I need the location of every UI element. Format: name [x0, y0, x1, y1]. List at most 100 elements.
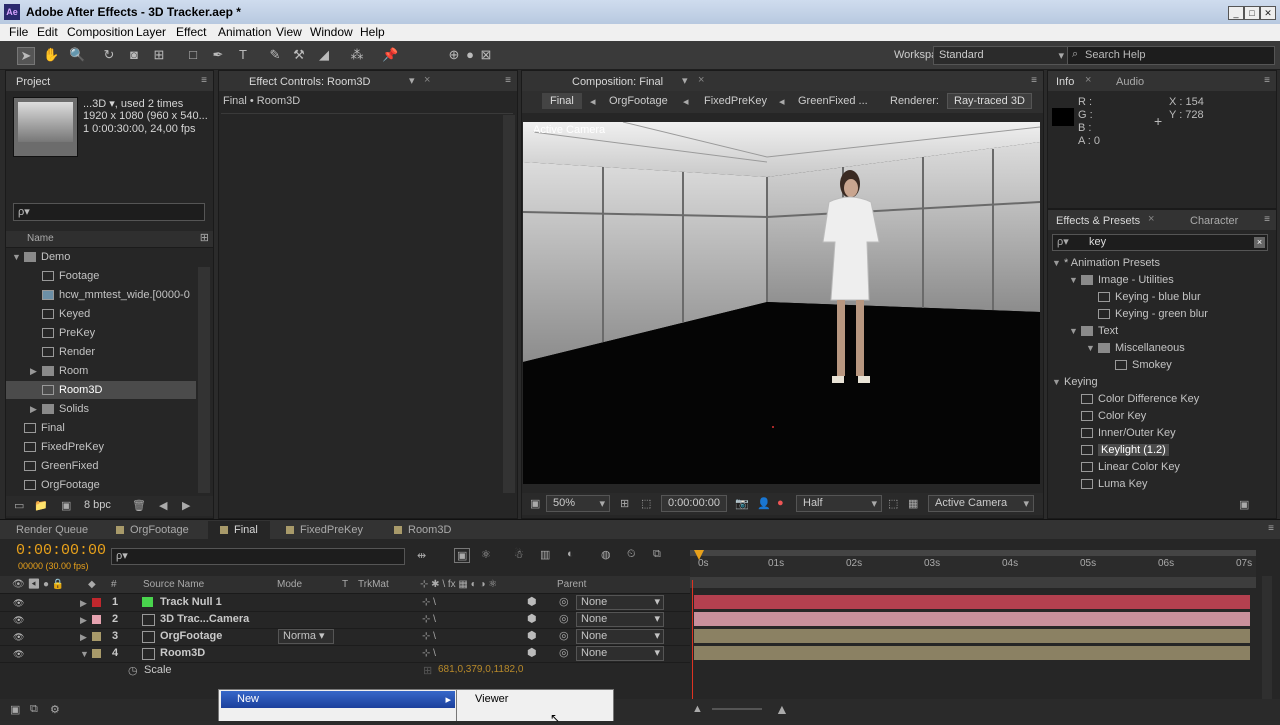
tab-room3d[interactable]: Room3D: [402, 522, 457, 538]
layer-switches[interactable]: ⊹ \: [422, 594, 436, 611]
zoom-slider[interactable]: [712, 708, 762, 710]
column-source-name[interactable]: Source Name: [143, 579, 204, 590]
3d-layer-icon[interactable]: ⬢: [527, 611, 537, 628]
layer-switches[interactable]: ⊹ \: [422, 628, 436, 645]
renderer-dropdown[interactable]: Ray-traced 3D: [947, 93, 1032, 109]
project-item[interactable]: ▼ Demo: [6, 248, 196, 266]
project-item[interactable]: PreKey: [6, 324, 196, 342]
roto-brush-tool-icon[interactable]: ⁂: [349, 47, 365, 63]
comp-nav-orgfootage[interactable]: OrgFootage: [609, 95, 668, 107]
menu-composition[interactable]: Composition: [67, 25, 134, 39]
menu-animation[interactable]: Animation: [218, 25, 271, 39]
effects-item[interactable]: Luma Key: [1048, 475, 1258, 493]
3d-layer-icon[interactable]: ⬢: [527, 594, 537, 611]
effects-item[interactable]: Linear Color Key: [1048, 458, 1258, 476]
panel-menu-icon[interactable]: ≡: [1264, 75, 1270, 86]
new-composition-icon[interactable]: ▣: [61, 499, 71, 512]
current-time-indicator[interactable]: [694, 550, 704, 564]
eye-icon[interactable]: 👁: [13, 595, 24, 612]
timeline-timecode[interactable]: 0:00:00:00: [16, 542, 106, 559]
timeline-scrollbar[interactable]: [1262, 576, 1272, 706]
auto-keyframe-icon[interactable]: ⏲: [627, 548, 636, 561]
column-t[interactable]: T: [342, 579, 348, 590]
comp-timecode[interactable]: 0:00:00:00: [661, 495, 727, 512]
panel-menu-icon[interactable]: ≡: [1268, 523, 1274, 534]
context-menu-new[interactable]: New ▸: [221, 691, 455, 708]
tab-project[interactable]: Project: [10, 74, 56, 90]
draft-3d-icon[interactable]: ⚛: [481, 548, 491, 561]
rectangle-tool-icon[interactable]: □: [185, 47, 201, 63]
project-item[interactable]: Room3D: [6, 381, 196, 399]
layer-name[interactable]: OrgFootage: [160, 628, 222, 645]
layer-duration-bar[interactable]: [694, 629, 1250, 643]
project-item[interactable]: hcw_mmtest_wide.[0000-0: [6, 286, 196, 304]
help-search-input[interactable]: ⌕ Search Help: [1067, 46, 1275, 65]
pen-tool-icon[interactable]: ✒: [210, 47, 226, 63]
frame-blending-icon[interactable]: ▥: [540, 548, 550, 561]
zoom-dropdown[interactable]: 50% ▾: [546, 495, 610, 512]
clone-stamp-tool-icon[interactable]: ⚒: [291, 47, 307, 63]
twirl-icon[interactable]: ▶: [80, 595, 87, 612]
layer-duration-bar[interactable]: [694, 612, 1250, 626]
close-tab-icon[interactable]: ×: [698, 74, 704, 86]
effects-item[interactable]: ▼ * Animation Presets: [1048, 254, 1258, 272]
resolution-dropdown[interactable]: Half ▾: [796, 495, 882, 512]
panel-menu-icon[interactable]: ≡: [1031, 75, 1037, 86]
pickwhip-icon[interactable]: ◎: [559, 645, 569, 662]
pickwhip-icon[interactable]: ◎: [559, 628, 569, 645]
twirl-icon[interactable]: ▼: [1069, 322, 1081, 340]
effects-item[interactable]: ▼ Miscellaneous: [1048, 339, 1258, 357]
hand-tool-icon[interactable]: ✋: [43, 47, 59, 63]
twirl-icon[interactable]: ▼: [12, 248, 24, 266]
parent-dropdown[interactable]: None ▾: [576, 612, 664, 627]
effects-search-input[interactable]: ρ▾ key ×: [1052, 234, 1268, 251]
project-item[interactable]: ▶ Room: [6, 362, 196, 380]
eraser-tool-icon[interactable]: ◢: [316, 47, 332, 63]
maximize-button[interactable]: □: [1244, 6, 1260, 20]
layer-label-color[interactable]: [92, 598, 101, 607]
workspace-dropdown[interactable]: Standard ▾: [933, 46, 1069, 65]
project-item[interactable]: OrgFootage: [6, 476, 196, 493]
world-axis-icon[interactable]: ●: [462, 47, 478, 63]
effects-item[interactable]: Color Difference Key: [1048, 390, 1258, 408]
composition-viewport[interactable]: Active Camera: [523, 122, 1040, 484]
mask-visibility-icon[interactable]: ⬚: [641, 497, 651, 510]
effect-controls-scrollbar[interactable]: [503, 115, 515, 493]
trash-icon[interactable]: 🗑: [132, 499, 146, 512]
layer-label-color[interactable]: [92, 632, 101, 641]
close-button[interactable]: ✕: [1260, 6, 1276, 20]
tab-fixedprekey[interactable]: FixedPreKey: [294, 522, 369, 538]
tab-character[interactable]: Character: [1184, 213, 1244, 229]
parent-dropdown[interactable]: None ▾: [576, 646, 664, 661]
close-tab-icon[interactable]: ×: [1085, 74, 1091, 86]
graph-editor-icon[interactable]: ⧉: [653, 548, 661, 561]
scroll-left-icon[interactable]: ◀: [159, 499, 167, 512]
axis-mode-icon[interactable]: ⊕: [446, 47, 462, 63]
motion-blur-icon[interactable]: ◐: [567, 548, 574, 560]
layer-switches[interactable]: ⊹ \: [422, 645, 436, 662]
live-update-icon[interactable]: ▣: [454, 548, 471, 563]
view-dropdown[interactable]: Active Camera ▾: [928, 495, 1034, 512]
channel-icon[interactable]: ●: [777, 497, 784, 509]
mini-flowchart-icon[interactable]: ⇹: [417, 549, 426, 562]
menu-help[interactable]: Help: [360, 25, 385, 39]
parent-dropdown[interactable]: None ▾: [576, 629, 664, 644]
twirl-icon[interactable]: ▼: [1052, 373, 1064, 391]
camera-tool-icon[interactable]: ◙: [126, 47, 142, 63]
tab-composition[interactable]: Composition: Final: [566, 74, 669, 90]
always-preview-icon[interactable]: ▣: [530, 497, 540, 510]
shy-icon[interactable]: ☃: [514, 548, 524, 561]
twirl-icon[interactable]: ▼: [80, 646, 89, 663]
layer-label-color[interactable]: [92, 649, 101, 658]
work-area-bar[interactable]: [690, 550, 1256, 556]
twirl-icon[interactable]: ▶: [80, 629, 87, 646]
bit-depth-button[interactable]: 8 bpc: [84, 499, 111, 511]
menu-window[interactable]: Window: [310, 25, 353, 39]
region-of-interest-icon[interactable]: ⬚: [888, 497, 898, 510]
scale-value[interactable]: 681,0,379,0,1182,0: [438, 664, 523, 675]
effects-item[interactable]: ▼ Image - Utilities: [1048, 271, 1258, 289]
twirl-icon[interactable]: ▼: [1069, 271, 1081, 289]
parent-dropdown[interactable]: None ▾: [576, 595, 664, 610]
clear-search-icon[interactable]: ×: [1254, 237, 1265, 248]
tab-effect-controls[interactable]: Effect Controls: Room3D: [243, 74, 376, 90]
